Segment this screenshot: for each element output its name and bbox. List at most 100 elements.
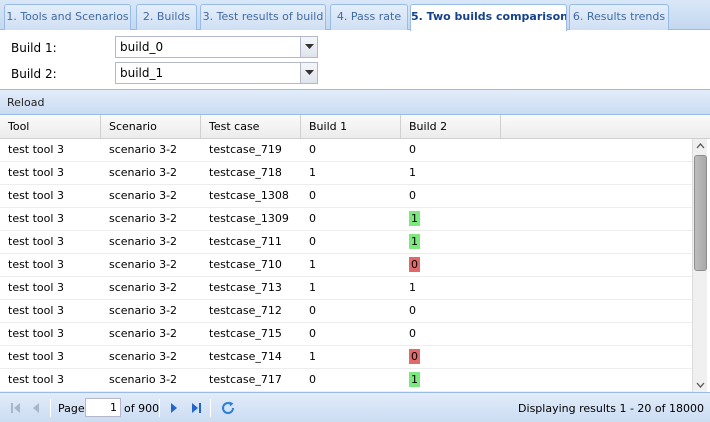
chevron-down-icon — [305, 70, 314, 75]
cell-build2: 0 — [409, 143, 416, 156]
reload-button[interactable]: Reload — [7, 96, 44, 109]
table-row[interactable]: test tool 3 scenario 3-2 testcase_713 1 1 — [0, 277, 692, 300]
build1-dropdown-trigger[interactable] — [300, 37, 317, 57]
page-label: Page — [58, 402, 85, 415]
cell-test-case: testcase_717 — [209, 373, 282, 386]
build2-select[interactable]: build_1 — [115, 62, 318, 84]
cell-build1: 0 — [309, 304, 316, 317]
grid-toolbar: Reload — [0, 89, 710, 115]
cell-test-case: testcase_710 — [209, 258, 282, 271]
cell-tool: test tool 3 — [8, 189, 64, 202]
regressed-result-badge: 0 — [409, 349, 420, 364]
build1-row: Build 1: build_0 — [0, 36, 710, 62]
regressed-result-badge: 0 — [409, 257, 420, 272]
cell-build1: 0 — [309, 143, 316, 156]
cell-scenario: scenario 3-2 — [109, 304, 178, 317]
build1-select[interactable]: build_0 — [115, 36, 318, 58]
refresh-button[interactable] — [220, 400, 236, 416]
page-count: of 900 — [124, 402, 160, 415]
cell-build2: 0 — [409, 189, 416, 202]
cell-build1: 0 — [309, 373, 316, 386]
cell-scenario: scenario 3-2 — [109, 166, 178, 179]
grid-scrollbar[interactable] — [692, 139, 707, 392]
chevron-down-icon — [696, 382, 705, 388]
cell-build2: 0 — [409, 304, 416, 317]
cell-build1: 0 — [309, 212, 316, 225]
cell-build2: 1 — [409, 281, 416, 294]
build1-value: build_0 — [120, 40, 164, 54]
cell-tool: test tool 3 — [8, 281, 64, 294]
last-page-icon — [192, 403, 201, 413]
column-header-test-case[interactable]: Test case — [201, 115, 301, 139]
column-header-build2[interactable]: Build 2 — [401, 115, 501, 139]
cell-build1: 0 — [309, 235, 316, 248]
refresh-icon — [222, 401, 235, 414]
grid-header: Tool Scenario Test case Build 1 Build 2 — [0, 115, 710, 139]
table-row[interactable]: test tool 3 scenario 3-2 testcase_1309 0 1 — [0, 208, 692, 231]
cell-tool: test tool 3 — [8, 166, 64, 179]
page-number-input[interactable] — [85, 398, 121, 417]
tab-tools-and-scenarios[interactable]: 1. Tools and Scenarios — [4, 4, 131, 30]
next-page-icon — [171, 403, 177, 413]
tab-pass-rate[interactable]: 4. Pass rate — [330, 4, 408, 30]
cell-tool: test tool 3 — [8, 350, 64, 363]
cell-test-case: testcase_1309 — [209, 212, 289, 225]
table-row[interactable]: test tool 3 scenario 3-2 testcase_717 0 1 — [0, 369, 692, 392]
build2-row: Build 2: build_1 — [0, 62, 710, 88]
table-row[interactable]: test tool 3 scenario 3-2 testcase_710 1 0 — [0, 254, 692, 277]
cell-test-case: testcase_1308 — [209, 189, 289, 202]
cell-tool: test tool 3 — [8, 373, 64, 386]
table-row[interactable]: test tool 3 scenario 3-2 testcase_712 0 0 — [0, 300, 692, 323]
cell-scenario: scenario 3-2 — [109, 189, 178, 202]
tab-bar: 1. Tools and Scenarios 2. Builds 3. Test… — [0, 0, 710, 31]
column-header-build1[interactable]: Build 1 — [301, 115, 401, 139]
cell-scenario: scenario 3-2 — [109, 373, 178, 386]
tab-test-results-of-build[interactable]: 3. Test results of build — [200, 4, 326, 30]
cell-test-case: testcase_718 — [209, 166, 282, 179]
cell-build1: 1 — [309, 166, 316, 179]
cell-scenario: scenario 3-2 — [109, 143, 178, 156]
pager-separator — [210, 399, 211, 417]
cell-build1: 1 — [309, 258, 316, 271]
build2-value: build_1 — [120, 66, 164, 80]
improved-result-badge: 1 — [409, 372, 420, 387]
cell-tool: test tool 3 — [8, 235, 64, 248]
scroll-down-button[interactable] — [693, 378, 708, 392]
tab-builds[interactable]: 2. Builds — [136, 4, 197, 30]
last-page-button[interactable] — [189, 401, 203, 415]
table-row[interactable]: test tool 3 scenario 3-2 testcase_718 1 1 — [0, 162, 692, 185]
table-row[interactable]: test tool 3 scenario 3-2 testcase_1308 0 0 — [0, 185, 692, 208]
column-header-scenario[interactable]: Scenario — [101, 115, 201, 139]
tab-two-builds-comparison[interactable]: 5. Two builds comparison — [410, 4, 567, 31]
cell-build2: 0 — [401, 346, 420, 368]
cell-tool: test tool 3 — [8, 258, 64, 271]
cell-build2: 1 — [401, 231, 420, 253]
grid-body: test tool 3 scenario 3-2 testcase_719 0 0 tes… — [0, 139, 692, 392]
cell-test-case: testcase_719 — [209, 143, 282, 156]
chevron-down-icon — [305, 44, 314, 49]
cell-build1: 1 — [309, 281, 316, 294]
prev-page-button[interactable] — [29, 401, 43, 415]
cell-build1: 0 — [309, 189, 316, 202]
table-row[interactable]: test tool 3 scenario 3-2 testcase_715 0 0 — [0, 323, 692, 346]
pager-separator — [50, 399, 51, 417]
cell-scenario: scenario 3-2 — [109, 350, 178, 363]
cell-build1: 0 — [309, 327, 316, 340]
table-row[interactable]: test tool 3 scenario 3-2 testcase_719 0 0 — [0, 139, 692, 162]
cell-scenario: scenario 3-2 — [109, 327, 178, 340]
next-page-button[interactable] — [167, 401, 181, 415]
scrollbar-thumb[interactable] — [694, 155, 707, 271]
build2-label: Build 2: — [11, 67, 57, 81]
build2-dropdown-trigger[interactable] — [300, 63, 317, 83]
table-row[interactable]: test tool 3 scenario 3-2 testcase_711 0 1 — [0, 231, 692, 254]
tab-results-trends[interactable]: 6. Results trends — [569, 4, 669, 30]
scroll-up-button[interactable] — [693, 139, 708, 153]
table-row[interactable]: test tool 3 scenario 3-2 testcase_714 1 0 — [0, 346, 692, 369]
chevron-up-icon — [696, 143, 705, 149]
column-header-tool[interactable]: Tool — [0, 115, 101, 139]
cell-tool: test tool 3 — [8, 327, 64, 340]
cell-build1: 1 — [309, 350, 316, 363]
cell-build2: 1 — [409, 166, 416, 179]
paging-toolbar: Page of 900 Displaying results 1 - 20 of… — [0, 392, 710, 422]
first-page-button[interactable] — [9, 401, 23, 415]
